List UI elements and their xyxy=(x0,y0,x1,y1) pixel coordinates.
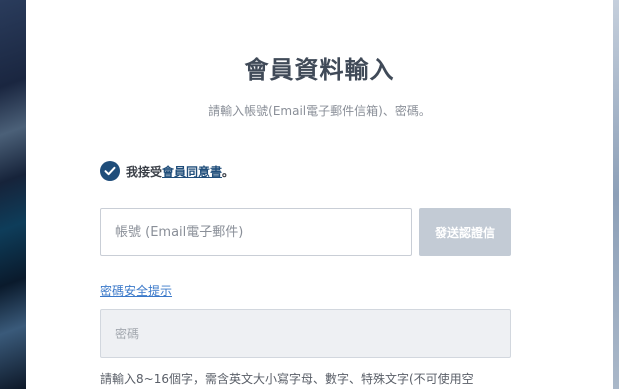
consent-row: 我接受 會員同意書 。 xyxy=(100,161,234,181)
checkmark-icon xyxy=(104,166,116,176)
page-title: 會員資料輸入 xyxy=(244,56,395,84)
send-verification-button[interactable]: 發送認證信 xyxy=(419,208,511,256)
consent-label: 我接受 xyxy=(126,164,163,179)
background-image-right xyxy=(613,0,619,389)
password-tips-link[interactable]: 密碼安全提示 xyxy=(100,282,172,299)
consent-checkbox[interactable] xyxy=(100,161,120,181)
password-field[interactable] xyxy=(100,309,511,358)
member-agreement-link[interactable]: 會員同意書 xyxy=(162,163,222,180)
consent-label-end: 。 xyxy=(222,164,235,179)
email-field[interactable] xyxy=(100,208,412,256)
form-subtitle: 請輸入帳號(Email電子郵件信箱)、密碼。 xyxy=(208,104,431,118)
page: 會員資料輸入 請輸入帳號(Email電子郵件信箱)、密碼。 我接受 會員同意書 … xyxy=(0,0,619,389)
background-image-left xyxy=(0,0,26,389)
password-hint: 請輸入8~16個字，需含英文大小寫字母、數字、特殊文字(不可使用空 xyxy=(100,372,474,386)
member-form-card: 會員資料輸入 請輸入帳號(Email電子郵件信箱)、密碼。 我接受 會員同意書 … xyxy=(26,0,613,389)
